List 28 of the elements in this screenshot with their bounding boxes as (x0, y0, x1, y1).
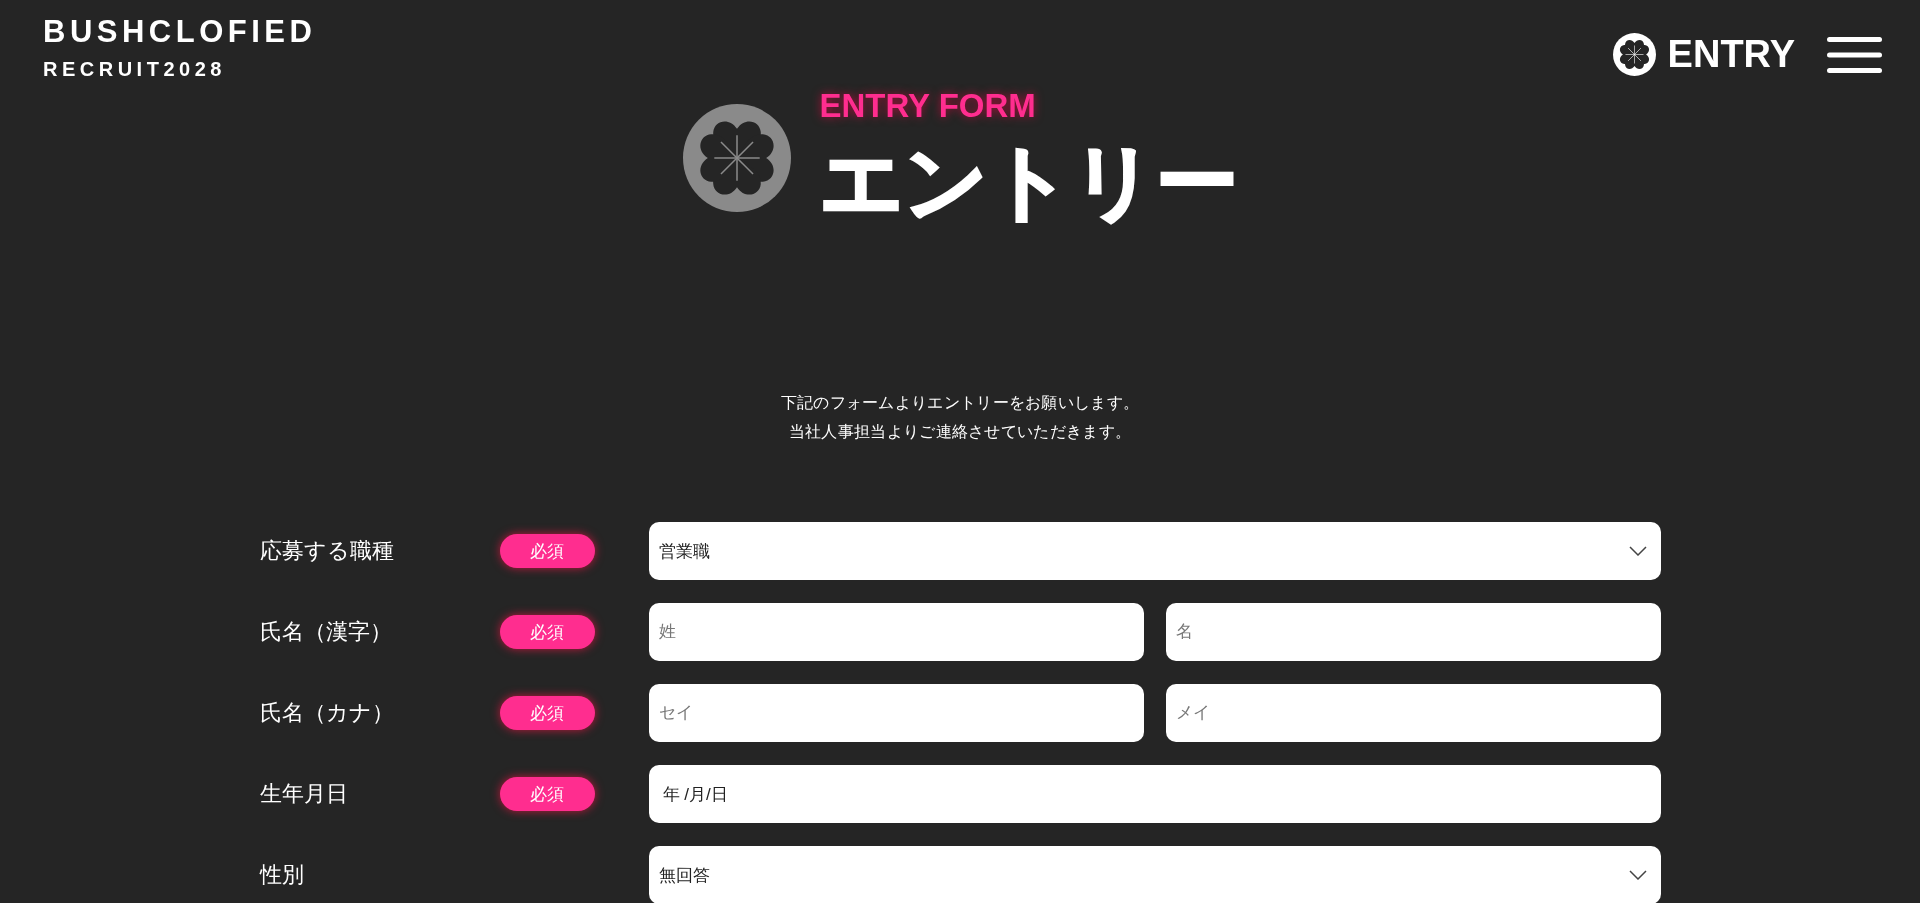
page-title: エントリー (819, 135, 1238, 229)
intro-text: 下記のフォームよりエントリーをお願いします。 (780, 393, 1140, 413)
clover-icon (682, 104, 791, 212)
input-field[interactable]: セイ (648, 684, 1144, 742)
chevron-down-icon (1628, 870, 1647, 880)
menu-icon[interactable] (1827, 36, 1882, 73)
clover-icon (1612, 33, 1656, 76)
logo-wordmark: BUSHCLOFIED (43, 15, 317, 49)
field-label: 性別 (259, 861, 305, 889)
required-badge: 必須 (499, 534, 595, 568)
eyebrow-heading: ENTRY FORM (819, 86, 1036, 126)
input-field[interactable]: メイ (1165, 684, 1661, 742)
date-field[interactable]: 年 /月/日 (648, 765, 1661, 823)
required-badge: 必須 (499, 777, 595, 811)
field-label: 応募する職種 (259, 537, 395, 565)
dropdown[interactable]: 営業職 (648, 522, 1661, 580)
field-label: 氏名（漢字） (259, 618, 393, 646)
required-badge: 必須 (499, 696, 595, 730)
input-field[interactable]: 姓 (648, 603, 1144, 661)
required-badge: 必須 (499, 615, 595, 649)
chevron-down-icon (1628, 546, 1647, 556)
logo-subtitle: RECRUIT2028 (43, 58, 226, 80)
entry-link[interactable]: ENTRY (1612, 33, 1795, 76)
field-label: 生年月日 (259, 780, 349, 808)
intro-text: 当社人事担当よりご連絡させていただきます。 (788, 422, 1132, 442)
dropdown[interactable]: 無回答 (648, 846, 1661, 903)
input-field[interactable]: 名 (1165, 603, 1661, 661)
field-label: 氏名（カナ） (259, 699, 395, 727)
